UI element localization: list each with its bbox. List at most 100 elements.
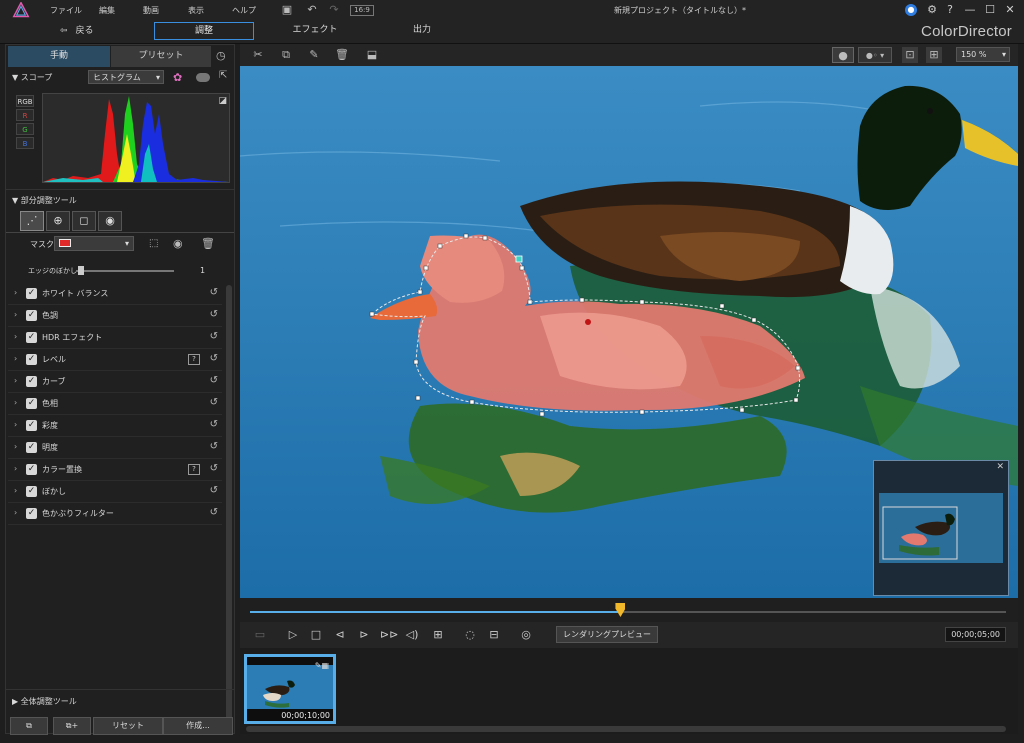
notification-icon[interactable]: ●	[905, 4, 917, 16]
maximize-button[interactable]: ☐	[982, 2, 998, 18]
chevron-right-icon[interactable]: ›	[14, 354, 17, 363]
enable-checkbox[interactable]: ✓	[26, 486, 37, 497]
mark-in-icon[interactable]: ▭	[252, 627, 268, 643]
chevron-right-icon[interactable]: ›	[14, 310, 17, 319]
tab-effects[interactable]: エフェクト	[265, 22, 365, 40]
reset-undo-icon[interactable]: ↺	[210, 419, 218, 430]
adjustment-row[interactable]: › ✓ カーブ ↺	[8, 371, 222, 393]
adjustment-row[interactable]: › ✓ ホワイト バランス ↺	[8, 283, 222, 305]
reset-undo-icon[interactable]: ↺	[210, 441, 218, 452]
adjustment-row[interactable]: › ✓ 色かぶりフィルター ↺	[8, 503, 222, 525]
reset-undo-icon[interactable]: ↺	[210, 463, 218, 474]
compare-view-icon[interactable]: ⧉	[10, 717, 48, 735]
enable-checkbox[interactable]: ✓	[26, 464, 37, 475]
save-icon[interactable]: ▣	[280, 3, 294, 17]
reset-undo-icon[interactable]: ↺	[210, 353, 218, 364]
chevron-right-icon[interactable]: ›	[14, 442, 17, 451]
redo-icon[interactable]: ↷	[327, 3, 341, 17]
lasso-tool-icon[interactable]: ⋰	[20, 211, 44, 231]
enable-checkbox[interactable]: ✓	[26, 354, 37, 365]
menu-view[interactable]: 表示	[188, 5, 204, 16]
minimize-button[interactable]: —	[962, 2, 978, 18]
close-button[interactable]: ✕	[1002, 2, 1018, 18]
stop-icon[interactable]: □	[308, 627, 324, 643]
adjustment-row[interactable]: › ✓ 明度 ↺	[8, 437, 222, 459]
video-clip-thumbnail[interactable]: ✎▦ 00;00;10;00	[244, 654, 336, 724]
timeline-track[interactable]	[250, 603, 1006, 617]
close-icon[interactable]: ✕	[996, 462, 1004, 472]
histogram-expand-icon[interactable]: ◪	[218, 96, 227, 106]
adjustment-row[interactable]: › ✓ 色相 ↺	[8, 393, 222, 415]
tab-output[interactable]: 出力	[372, 22, 472, 40]
reset-undo-icon[interactable]: ↺	[210, 485, 218, 496]
adjustment-row[interactable]: › ✓ 彩度 ↺	[8, 415, 222, 437]
reset-undo-icon[interactable]: ↺	[210, 507, 218, 518]
enable-checkbox[interactable]: ✓	[26, 442, 37, 453]
enable-checkbox[interactable]: ✓	[26, 288, 37, 299]
brush-tool-icon[interactable]: ◉	[98, 211, 122, 231]
reset-undo-icon[interactable]: ↺	[210, 287, 218, 298]
trash-icon[interactable]: 🗑	[201, 237, 215, 250]
360-view-icon[interactable]: ◎	[518, 627, 534, 643]
edge-feather-slider[interactable]	[76, 266, 174, 275]
enable-checkbox[interactable]: ✓	[26, 376, 37, 387]
reset-undo-icon[interactable]: ↺	[210, 309, 218, 320]
channel-r[interactable]: R	[16, 109, 34, 121]
cut-icon[interactable]: ✂	[250, 47, 266, 63]
local-tools-header[interactable]: ▼ 部分調整ツール	[12, 195, 77, 206]
adjustment-row[interactable]: › ✓ 色調 ↺	[8, 305, 222, 327]
enable-checkbox[interactable]: ✓	[26, 310, 37, 321]
delete-icon[interactable]: 🗑	[334, 47, 350, 63]
mask-color-select[interactable]: ▾	[54, 236, 134, 251]
help-icon[interactable]: ?	[188, 464, 200, 475]
scope-header[interactable]: ▼ スコープ	[12, 72, 52, 83]
chevron-right-icon[interactable]: ›	[14, 420, 17, 429]
pen-icon[interactable]: ✎	[306, 47, 322, 63]
split-compare-icon[interactable]: ⊟	[486, 627, 502, 643]
fit-view-icon[interactable]: ⊡	[902, 47, 918, 63]
menu-help[interactable]: ヘルプ	[232, 5, 256, 16]
mask-select-icon[interactable]: ⬚	[149, 238, 158, 249]
back-button[interactable]: ⇦ 戻る	[60, 23, 94, 36]
adjustment-row[interactable]: › ✓ ぼかし ↺	[8, 481, 222, 503]
previous-frame-icon[interactable]: ⊲	[332, 627, 348, 643]
compare-mode-icon[interactable]: ●◦ ▾	[858, 47, 892, 63]
tab-manual[interactable]: 手動	[8, 46, 110, 67]
play-icon[interactable]: ▷	[285, 627, 301, 643]
chevron-right-icon[interactable]: ›	[14, 288, 17, 297]
adjustment-row[interactable]: › ✓ HDR エフェクト ↺	[8, 327, 222, 349]
enable-checkbox[interactable]: ✓	[26, 332, 37, 343]
grid-icon[interactable]: ⊞	[430, 627, 446, 643]
channel-b[interactable]: B	[16, 137, 34, 149]
reset-undo-icon[interactable]: ↺	[210, 397, 218, 408]
reset-undo-icon[interactable]: ↺	[210, 331, 218, 342]
filmstrip-scrollbar[interactable]	[246, 726, 1006, 732]
gradient-tool-icon[interactable]: ◻	[72, 211, 96, 231]
undo-icon[interactable]: ↶	[305, 3, 319, 17]
eye-icon[interactable]: ◉	[173, 237, 183, 250]
split-view-icon[interactable]: ⧉	[278, 47, 294, 63]
radial-tool-icon[interactable]: ⊕	[46, 211, 70, 231]
chevron-right-icon[interactable]: ›	[14, 332, 17, 341]
history-icon[interactable]: ◷	[216, 49, 226, 62]
snapshot-icon[interactable]: ◌	[462, 627, 478, 643]
settings-gear-icon[interactable]: ⚙	[924, 2, 940, 18]
enable-checkbox[interactable]: ✓	[26, 398, 37, 409]
chevron-right-icon[interactable]: ›	[14, 486, 17, 495]
chevron-right-icon[interactable]: ›	[14, 508, 17, 517]
zoom-select[interactable]: 150 % ▾	[956, 47, 1010, 62]
adjustment-row[interactable]: › ✓ レベル? ↺	[8, 349, 222, 371]
chevron-right-icon[interactable]: ›	[14, 376, 17, 385]
reset-undo-icon[interactable]: ↺	[210, 375, 218, 386]
adjustment-row[interactable]: › ✓ カラー置換? ↺	[8, 459, 222, 481]
chevron-right-icon[interactable]: ›	[14, 398, 17, 407]
enable-checkbox[interactable]: ✓	[26, 508, 37, 519]
scope-mode-select[interactable]: ヒストグラム ▾	[88, 70, 164, 84]
edge-feather-slider-thumb[interactable]	[77, 266, 84, 275]
crop-icon[interactable]: ⬓	[364, 47, 380, 63]
chevron-right-icon[interactable]: ›	[14, 464, 17, 473]
popout-icon[interactable]: ⇱	[219, 70, 227, 81]
menu-edit[interactable]: 編集	[99, 5, 115, 16]
fast-forward-icon[interactable]: ⊳⊳	[380, 627, 398, 643]
help-button[interactable]: ?	[942, 2, 958, 18]
